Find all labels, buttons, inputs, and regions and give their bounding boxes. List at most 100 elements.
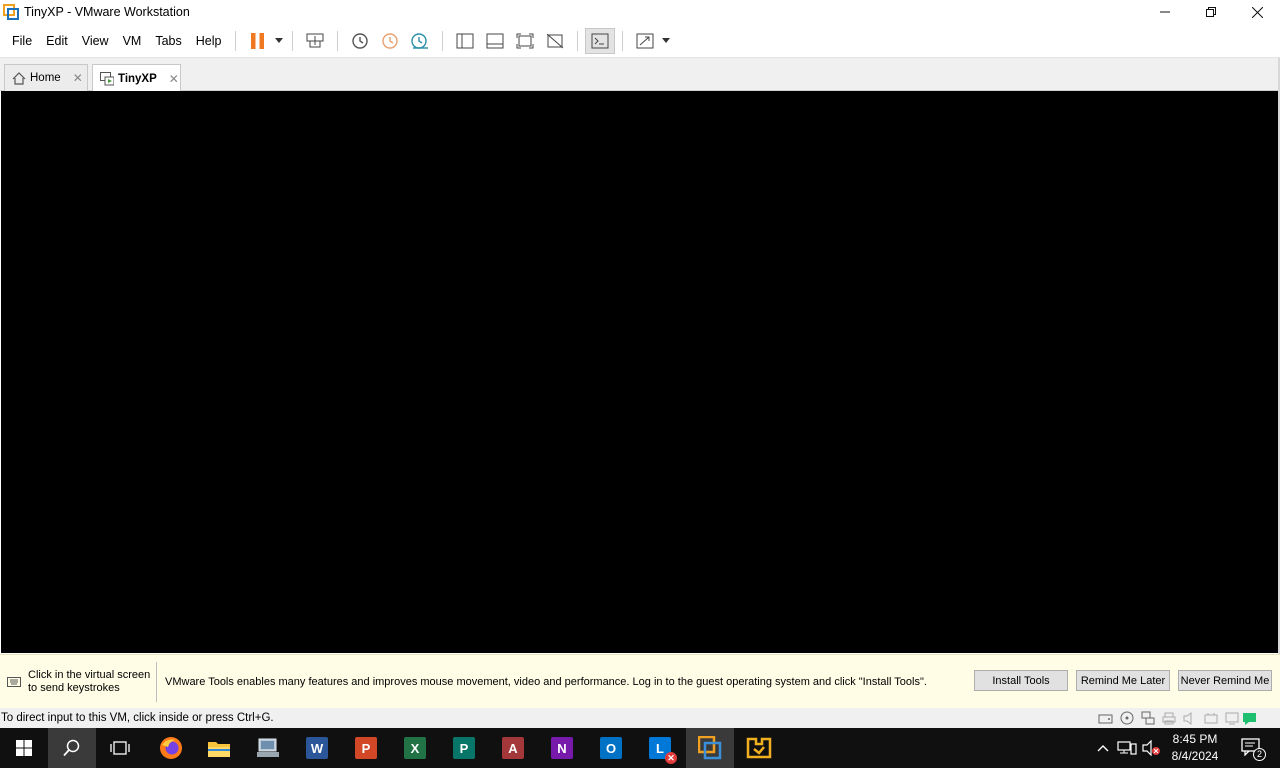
tab-home[interactable]: Home ✕ — [4, 64, 88, 91]
stretch-dropdown[interactable] — [660, 28, 672, 54]
printer-icon[interactable] — [1160, 711, 1177, 725]
tab-tinyxp-close-icon[interactable]: ✕ — [169, 72, 179, 86]
task-view-button[interactable] — [96, 728, 144, 768]
unity-button[interactable] — [540, 28, 570, 54]
close-button[interactable] — [1234, 0, 1280, 24]
never-remind-me-button[interactable]: Never Remind Me — [1178, 670, 1272, 691]
onenote-icon: N — [551, 737, 573, 759]
network-adapter-icon[interactable] — [1139, 711, 1156, 725]
sound-icon[interactable] — [1181, 711, 1198, 725]
usb-icon[interactable] — [1202, 711, 1219, 725]
taskbar-clock[interactable]: 8:45 PM 8/4/2024 — [1164, 731, 1226, 765]
minimize-button[interactable] — [1142, 0, 1188, 24]
taskbar-lync[interactable]: L ✕ — [636, 728, 684, 768]
start-button[interactable] — [0, 728, 48, 768]
send-ctrl-alt-del-button[interactable] — [300, 28, 330, 54]
menu-toolbar: File Edit View VM Tabs Help — [0, 24, 1280, 58]
menu-tabs[interactable]: Tabs — [148, 30, 188, 52]
tools-message: VMware Tools enables many features and i… — [165, 675, 927, 688]
taskbar-outlook[interactable]: O — [587, 728, 635, 768]
windows-taskbar: W P X P A N O L ✕ 8:45 PM 8/4/2024 2 — [0, 728, 1280, 768]
status-bar: To direct input to this VM, click inside… — [0, 708, 1280, 728]
maximize-button[interactable] — [1188, 0, 1234, 24]
firefox-icon — [160, 737, 182, 759]
search-button[interactable] — [48, 728, 96, 768]
power-dropdown[interactable] — [273, 28, 285, 54]
stretch-guest-button[interactable] — [630, 28, 660, 54]
display-icon[interactable] — [1223, 711, 1240, 725]
excel-icon: X — [404, 737, 426, 759]
send-ctrl-alt-del-icon — [306, 33, 324, 47]
menu-vm[interactable]: VM — [116, 30, 149, 52]
menu-file[interactable]: File — [5, 30, 39, 52]
tab-tinyxp[interactable]: TinyXP ✕ — [92, 64, 181, 92]
windows-logo-icon — [16, 740, 32, 756]
access-icon: A — [502, 737, 524, 759]
hard-disk-icon[interactable] — [1097, 711, 1114, 725]
taskbar-excel[interactable]: X — [391, 728, 439, 768]
chevron-down-icon — [662, 38, 671, 43]
title-bar[interactable]: TinyXP - VMware Workstation — [0, 0, 1280, 24]
snapshot-manager-button[interactable] — [405, 28, 435, 54]
taskbar-app[interactable] — [735, 728, 783, 768]
menu-edit[interactable]: Edit — [39, 30, 75, 52]
menu-view[interactable]: View — [75, 30, 116, 52]
taskbar-publisher[interactable]: P — [440, 728, 488, 768]
folder-icon — [208, 742, 230, 757]
volume-muted-icon[interactable] — [1140, 728, 1162, 768]
full-screen-button[interactable] — [510, 28, 540, 54]
chevron-up-icon — [1097, 745, 1109, 752]
thumbnail-bar-icon — [486, 33, 504, 48]
show-library-button[interactable] — [450, 28, 480, 54]
vmware-icon — [698, 736, 722, 760]
console-view-icon — [591, 33, 609, 48]
cd-dvd-icon[interactable] — [1118, 711, 1135, 725]
window-controls — [1142, 0, 1280, 24]
revert-snapshot-icon — [382, 32, 399, 49]
word-icon: W — [306, 737, 328, 759]
clock-time: 8:45 PM — [1172, 732, 1218, 746]
taskbar-word[interactable]: W — [293, 728, 341, 768]
vm-console-screen[interactable] — [1, 91, 1279, 653]
keystroke-hint-line1: Click in the virtual screen — [28, 668, 151, 681]
thumbnail-bar-button[interactable] — [480, 28, 510, 54]
taskbar-firefox[interactable] — [147, 728, 195, 768]
taskbar-file-explorer[interactable] — [195, 728, 243, 768]
menu-help[interactable]: Help — [189, 30, 229, 52]
revert-snapshot-button[interactable] — [375, 28, 405, 54]
home-icon — [12, 71, 26, 85]
taskbar-access[interactable]: A — [489, 728, 537, 768]
action-center-button[interactable]: 2 — [1232, 728, 1272, 768]
vmware-app-icon — [3, 4, 19, 20]
taskbar-computer[interactable] — [244, 728, 292, 768]
taskbar-powerpoint[interactable]: P — [342, 728, 390, 768]
full-screen-icon — [516, 33, 534, 48]
chevron-down-icon — [275, 38, 284, 43]
pause-icon — [251, 32, 265, 49]
pause-button[interactable] — [243, 28, 273, 54]
status-text: To direct input to this VM, click inside… — [1, 712, 274, 724]
taskbar-vmware-workstation[interactable] — [686, 728, 734, 768]
remind-me-later-button[interactable]: Remind Me Later — [1076, 670, 1170, 691]
snapshot-icon — [352, 32, 369, 49]
take-snapshot-button[interactable] — [345, 28, 375, 54]
tab-home-label: Home — [30, 72, 61, 84]
taskbar-onenote[interactable]: N — [538, 728, 586, 768]
keystroke-hint: Click in the virtual screen to send keys… — [0, 661, 157, 702]
install-tools-button[interactable]: Install Tools — [974, 670, 1068, 691]
computer-icon — [257, 738, 279, 757]
network-tray-icon[interactable] — [1116, 728, 1138, 768]
message-log-icon[interactable] — [1241, 711, 1258, 725]
show-hidden-icons-button[interactable] — [1094, 728, 1112, 768]
vm-icon — [100, 71, 114, 86]
tab-home-close-icon[interactable]: ✕ — [73, 71, 83, 85]
stretch-guest-icon — [636, 33, 654, 48]
lync-icon: L ✕ — [649, 737, 677, 764]
outlook-icon: O — [600, 737, 622, 759]
notification-icon: 2 — [1241, 738, 1266, 761]
tab-tinyxp-label: TinyXP — [118, 72, 157, 85]
publisher-icon: P — [453, 737, 475, 759]
unity-icon — [547, 33, 564, 48]
console-view-button[interactable] — [585, 27, 616, 54]
task-view-icon — [110, 741, 130, 755]
